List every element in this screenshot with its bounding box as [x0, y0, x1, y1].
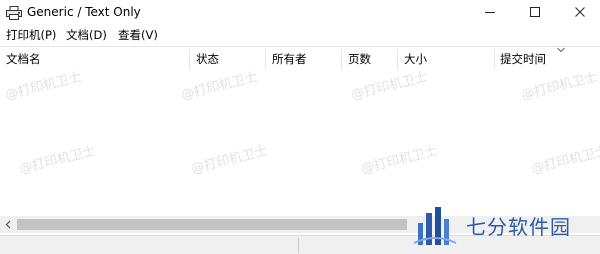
maximize-button[interactable]: [512, 0, 558, 24]
close-icon: [575, 7, 585, 17]
printer-icon: [6, 5, 22, 20]
brand-watermark: 七分软件园: [412, 203, 592, 249]
menu-document[interactable]: 文档(D): [66, 28, 107, 43]
watermark: @打印机卫士: [17, 143, 98, 178]
chevron-left-icon: [5, 220, 11, 229]
column-divider[interactable]: [494, 49, 495, 69]
column-divider[interactable]: [341, 49, 342, 69]
brand-name: 七分软件园: [466, 215, 571, 239]
maximize-icon: [530, 7, 540, 17]
print-queue-list[interactable]: @打印机卫士 @打印机卫士 @打印机卫士 @打印机卫士 @打印机卫士 @打印机卫…: [0, 70, 600, 216]
watermark: @打印机卫士: [3, 69, 84, 104]
window-title: Generic / Text Only: [27, 5, 141, 19]
watermark: @打印机卫士: [529, 143, 600, 178]
title-bar: Generic / Text Only: [0, 0, 600, 24]
watermark: @打印机卫士: [179, 69, 260, 104]
minimize-icon: [485, 12, 495, 13]
minimize-button[interactable]: [467, 0, 513, 24]
close-button[interactable]: [557, 0, 600, 24]
column-divider[interactable]: [397, 49, 398, 69]
scroll-thumb[interactable]: [17, 219, 407, 230]
column-header-pages[interactable]: 页数: [348, 47, 371, 71]
column-header-doc-name[interactable]: 文档名: [6, 47, 41, 71]
sort-chevron-icon: [557, 47, 565, 53]
column-header-row: 文档名 状态 所有者 页数 大小 提交时间: [0, 46, 600, 71]
column-header-submitted[interactable]: 提交时间: [500, 47, 546, 71]
watermark: @打印机卫士: [359, 143, 440, 178]
status-divider: [298, 238, 299, 253]
scroll-left-button[interactable]: [0, 216, 17, 233]
menu-bar: 打印机(P) 文档(D) 查看(V): [0, 26, 600, 45]
menu-printer[interactable]: 打印机(P): [6, 28, 56, 43]
watermark: @打印机卫士: [519, 69, 600, 104]
column-header-status[interactable]: 状态: [196, 47, 219, 71]
column-divider[interactable]: [265, 49, 266, 69]
watermark: @打印机卫士: [349, 69, 430, 104]
menu-view[interactable]: 查看(V): [118, 28, 158, 43]
brand-logo: [413, 207, 457, 245]
column-divider[interactable]: [189, 49, 190, 69]
column-header-owner[interactable]: 所有者: [272, 47, 307, 71]
watermark: @打印机卫士: [189, 143, 270, 178]
